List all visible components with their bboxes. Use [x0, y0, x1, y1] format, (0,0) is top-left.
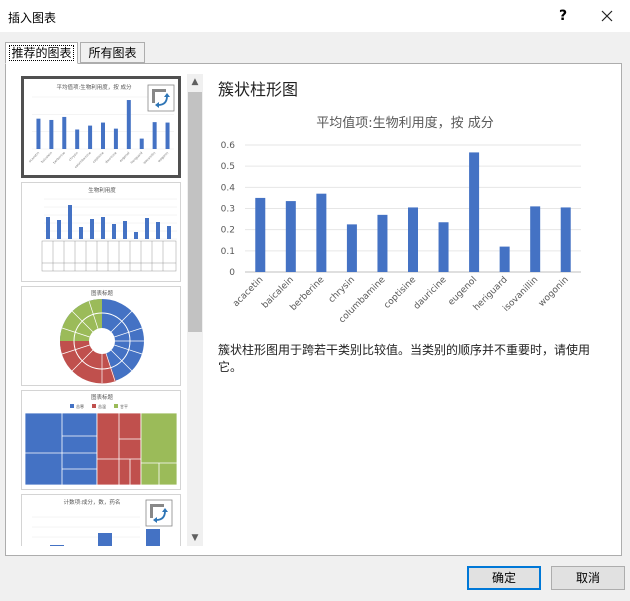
- bar-baicalein: [285, 201, 296, 272]
- x-tick-label: wogonin: [537, 275, 571, 309]
- tab-recommended-charts[interactable]: 推荐的图表: [5, 42, 78, 64]
- thumbnail-2-title: 生物利用度: [88, 186, 116, 194]
- bar-dauricine: [438, 222, 449, 272]
- thumb-bar: [49, 119, 54, 149]
- tab-all-label: 所有图表: [88, 46, 137, 60]
- treemap-legend-2: 苦温: [98, 403, 106, 409]
- help-button[interactable]: ?: [553, 6, 573, 26]
- ok-button[interactable]: 确定: [467, 566, 541, 590]
- thumb-tick-label: isovanillin: [142, 151, 156, 165]
- y-tick-label: 0: [229, 268, 235, 278]
- chart-preview: 平均值项:生物利用度，按 成分 0 0.1 0.2 0.3 0.4 0.5 0.6 acac…: [217, 105, 594, 332]
- thumb-bar: [139, 138, 144, 149]
- thumb-tick-label: chrysin: [68, 151, 79, 162]
- bar-acacetin: [255, 197, 266, 272]
- thumbnail-3-title: 图表标题: [91, 289, 114, 297]
- bar-heriguard: [499, 246, 510, 272]
- y-tick-label: 0.1: [221, 247, 235, 257]
- thumb-bar: [126, 100, 131, 149]
- bar-coptisine: [408, 207, 418, 272]
- scroll-down-icon[interactable]: ▼: [187, 530, 203, 546]
- treemap-legend-1: 苦寒: [76, 403, 84, 409]
- chart-type-heading: 簇状柱形图: [218, 80, 299, 99]
- thumb-bar: [88, 125, 93, 149]
- thumb-bar: [75, 129, 80, 149]
- thumb-tick-label: acacetin: [28, 151, 40, 163]
- close-icon: [601, 10, 613, 22]
- close-button[interactable]: [597, 6, 617, 26]
- scrollbar-thumb[interactable]: [188, 92, 202, 332]
- scroll-up-icon[interactable]: ▲: [187, 74, 203, 90]
- recommended-chart-list: 平均值项:生物利用度，按 成分 acacetin baicalein berberi…: [15, 74, 187, 546]
- bar-wogonin: [560, 207, 571, 272]
- bar-chrysin: [346, 224, 357, 272]
- chart-thumbnail-column-with-axis-table[interactable]: 生物利用度: [21, 182, 181, 282]
- thumb-bar: [152, 122, 157, 149]
- y-tick-label: 0.2: [221, 226, 235, 236]
- thumb-bar: [62, 116, 67, 149]
- thumb-bar: [36, 118, 41, 149]
- chart-thumbnail-count-column[interactable]: 计数项:成分，数，药名: [21, 494, 181, 546]
- thumbnail-5-title: 计数项:成分，数，药名: [64, 498, 121, 506]
- bar-columbamine: [377, 214, 388, 272]
- thumb-bar: [101, 122, 105, 149]
- title-bar: 插入图表 ?: [0, 0, 630, 32]
- thumb-tick-label: dauricine: [104, 151, 117, 164]
- pivot-chart-icon: [147, 84, 175, 112]
- thumb-tick-label: wogonin: [157, 151, 169, 163]
- thumbnail-clustered-column-graphic: 平均值项:生物利用度，按 成分 acacetin baicalein berberi…: [28, 83, 175, 169]
- preview-chart: 平均值项:生物利用度，按 成分 00.10.20.30.40.50.6 acac…: [221, 115, 581, 325]
- y-tick-label: 0.6: [221, 141, 236, 151]
- thumbnail-column-table-graphic: 生物利用度: [41, 186, 177, 272]
- thumb-tick-label: berberine: [52, 151, 66, 165]
- thumbnail-count-column-graphic: 计数项:成分，数，药名: [32, 498, 173, 546]
- bar-isovanillin: [530, 206, 541, 272]
- thumbnail-scrollbar[interactable]: ▲ ▼: [187, 74, 203, 546]
- thumb-bar: [165, 122, 170, 149]
- thumbnail-sunburst-graphic: 图表标题: [59, 289, 144, 384]
- y-tick-label: 0.5: [221, 162, 235, 172]
- chart-description: 簇状柱形图用于跨若干类别比较值。当类别的顺序并不重要时，请使用它。: [218, 343, 591, 374]
- pivot-chart-icon-2: [145, 499, 173, 527]
- y-tick-label: 0.4: [221, 183, 236, 193]
- chart-thumbnail-treemap[interactable]: 图表标题 苦寒 苦温 甘平: [21, 390, 181, 490]
- thumbnail-1-title: 平均值项:生物利用度，按 成分: [56, 83, 132, 91]
- x-tick-label: dauricine: [412, 275, 449, 312]
- bar-eugenol: [469, 152, 480, 272]
- thumbnail-4-title: 图表标题: [91, 393, 114, 401]
- window-title: 插入图表: [8, 11, 57, 25]
- y-tick-label: 0.3: [221, 205, 235, 215]
- thumbnail-treemap-graphic: 图表标题 苦寒 苦温 甘平: [24, 393, 178, 486]
- thumb-tick-label: eugenol: [119, 151, 131, 163]
- tab-recommended-label: 推荐的图表: [9, 45, 74, 61]
- thumb-tick-label: coptisine: [92, 151, 105, 164]
- chart-thumbnail-sunburst[interactable]: 图表标题: [21, 286, 181, 386]
- treemap-legend-3: 甘平: [120, 403, 128, 409]
- cancel-button[interactable]: 取消: [551, 566, 625, 590]
- thumb-bar: [113, 128, 118, 149]
- chart-title: 平均值项:生物利用度，按 成分: [316, 115, 494, 131]
- bar-berberine: [316, 193, 327, 272]
- chart-thumbnail-clustered-column[interactable]: 平均值项:生物利用度，按 成分 acacetin baicalein berberi…: [21, 76, 181, 178]
- x-tick-label: chrysin: [327, 275, 357, 305]
- tab-all-charts[interactable]: 所有图表: [80, 42, 145, 63]
